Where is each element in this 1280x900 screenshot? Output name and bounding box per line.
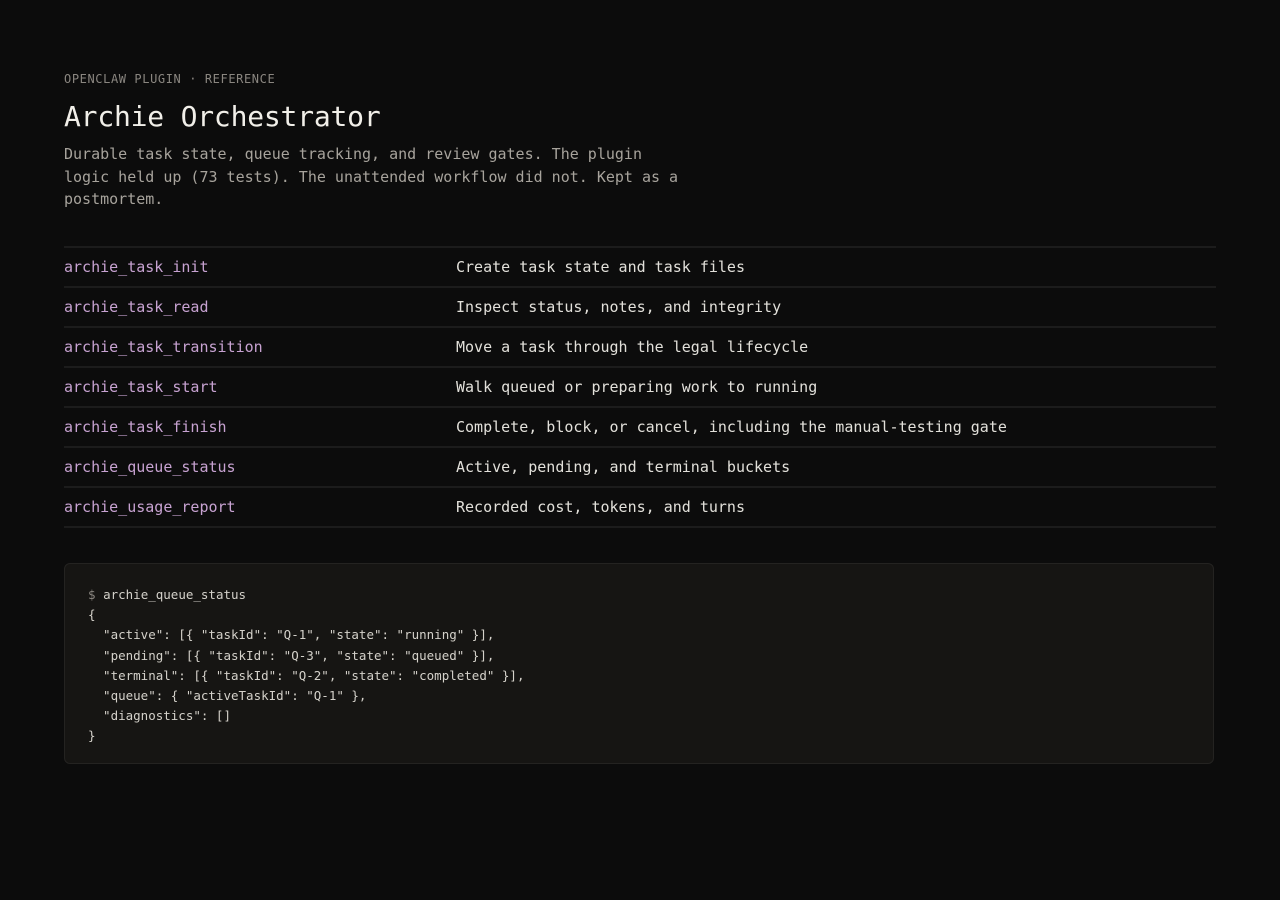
code-line: "diagnostics": [] (88, 708, 231, 724)
page-title: Archie Orchestrator (64, 100, 381, 133)
tool-name: archie_task_finish (64, 418, 227, 436)
tool-name: archie_task_transition (64, 338, 263, 356)
code-line: "active": [{ "taskId": "Q-1", "state": "… (88, 627, 495, 643)
tool-table: archie_task_init Create task state and t… (64, 246, 1216, 528)
tool-name: archie_usage_report (64, 498, 236, 516)
code-line: "terminal": [{ "taskId": "Q-2", "state":… (88, 667, 525, 683)
tool-description: Complete, block, or cancel, including th… (456, 418, 1007, 436)
tool-description: Active, pending, and terminal buckets (456, 458, 791, 476)
code-command-line: $ archie_queue_status (88, 585, 1190, 605)
shell-command: archie_queue_status (103, 587, 247, 602)
tool-row: archie_task_start Walk queued or prepari… (64, 368, 1216, 408)
tool-name: archie_task_start (64, 378, 218, 396)
tool-row: archie_usage_report Recorded cost, token… (64, 488, 1216, 528)
code-line: } (88, 728, 96, 744)
tool-name: archie_task_init (64, 258, 209, 276)
tool-row: archie_task_transition Move a task throu… (64, 328, 1216, 368)
code-line: "queue": { "activeTaskId": "Q-1" }, (88, 687, 367, 703)
tool-row: archie_task_finish Complete, block, or c… (64, 408, 1216, 448)
tool-description: Create task state and task files (456, 258, 745, 276)
page-description: Durable task state, queue tracking, and … (64, 145, 679, 208)
tool-row: archie_task_read Inspect status, notes, … (64, 288, 1216, 328)
code-line: { (88, 607, 96, 623)
tool-description: Move a task through the legal lifecycle (456, 338, 809, 356)
code-sample: $ archie_queue_status { "active": [{ "ta… (64, 563, 1214, 764)
shell-prompt: $ (88, 587, 96, 602)
tool-name: archie_queue_status (64, 458, 236, 476)
tool-name: archie_task_read (64, 298, 209, 316)
tool-row: archie_queue_status Active, pending, and… (64, 448, 1216, 488)
tool-description: Inspect status, notes, and integrity (456, 298, 782, 316)
code-line: "pending": [{ "taskId": "Q-3", "state": … (88, 647, 495, 663)
tool-description: Walk queued or preparing work to running (456, 378, 818, 396)
tool-description: Recorded cost, tokens, and turns (456, 498, 745, 516)
tool-row: archie_task_init Create task state and t… (64, 248, 1216, 288)
eyebrow-label: OPENCLAW PLUGIN · REFERENCE (64, 72, 276, 86)
